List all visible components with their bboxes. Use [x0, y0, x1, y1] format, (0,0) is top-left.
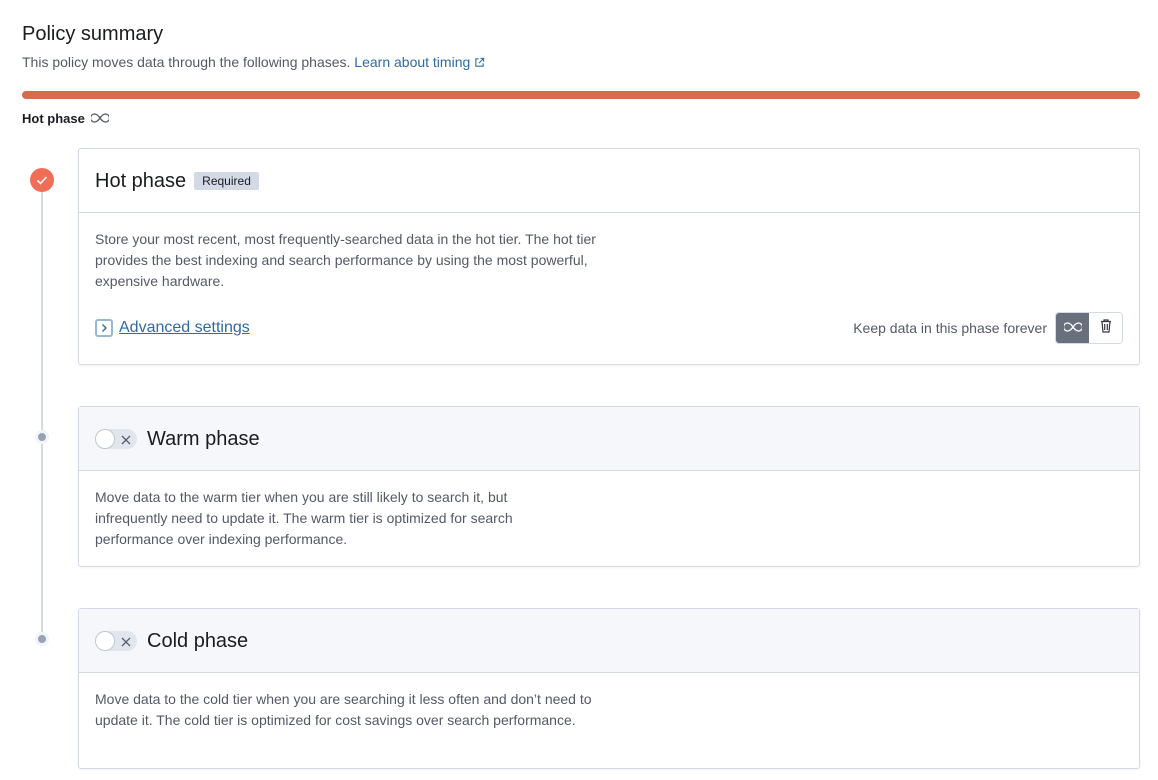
warm-phase-title: Warm phase [147, 427, 260, 450]
switch-knob [95, 630, 115, 651]
cross-icon [120, 635, 132, 653]
summary-title: Policy summary [22, 23, 164, 45]
infinity-icon [1062, 319, 1083, 337]
warm-phase-description: Move data to the warm tier when you are … [95, 489, 513, 547]
summary-subtitle: This policy moves data through the follo… [22, 52, 1140, 73]
keep-forever-button[interactable] [1056, 313, 1089, 343]
cross-icon [120, 433, 132, 451]
hot-phase-body: Store your most recent, most frequently-… [79, 213, 1139, 360]
hot-phase-description: Store your most recent, most frequently-… [95, 231, 596, 289]
warm-phase-body: Move data to the warm tier when you are … [79, 471, 1139, 566]
learn-timing-link[interactable]: Learn about timing [354, 54, 485, 70]
legend-label: Hot phase [22, 111, 85, 126]
timeline-dot-cold [35, 632, 49, 646]
delete-data-button[interactable] [1089, 313, 1122, 343]
phase-timeline-bar [22, 91, 1140, 99]
policy-summary: Policy summary This policy moves data th… [22, 20, 1140, 126]
learn-timing-label: Learn about timing [354, 54, 471, 70]
advanced-settings-link[interactable]: Advanced settings [119, 319, 250, 337]
keep-data-control: Keep data in this phase forever [853, 312, 1123, 344]
hot-phase-title: Hot phase [95, 169, 187, 192]
cold-phase-body: Move data to the cold tier when you are … [79, 673, 1139, 747]
timeline-dot-warm [35, 430, 49, 444]
timeline-line [41, 192, 43, 632]
cold-phase-title: Cold phase [147, 629, 249, 652]
timeline-legend: Hot phase [22, 111, 1140, 126]
external-link-icon [474, 53, 485, 73]
warm-phase-header: Warm phase [79, 407, 1139, 471]
warm-phase-switch[interactable] [95, 428, 137, 451]
switch-knob [95, 428, 115, 449]
hot-phase-header: Hot phase Required [79, 149, 1139, 213]
required-badge: Required [194, 171, 259, 190]
cold-phase-header: Cold phase [79, 609, 1139, 673]
advanced-settings-toggle[interactable]: Advanced settings [95, 319, 250, 337]
warm-phase-panel: Warm phase Move data to the warm tier wh… [78, 406, 1140, 567]
hot-phase-actions: Advanced settings Keep data in this phas… [95, 312, 1123, 344]
trash-icon [1099, 318, 1113, 339]
chevron-right-icon[interactable] [95, 319, 113, 337]
cold-phase-panel: Cold phase Move data to the cold tier wh… [78, 608, 1140, 769]
keep-data-label: Keep data in this phase forever [853, 320, 1047, 336]
infinity-icon [89, 111, 110, 126]
summary-subtitle-text: This policy moves data through the follo… [22, 54, 351, 70]
keep-data-button-group [1055, 312, 1123, 344]
cold-phase-description: Move data to the cold tier when you are … [95, 691, 592, 728]
cold-phase-switch[interactable] [95, 630, 137, 653]
hot-phase-panel: Hot phase Required Store your most recen… [78, 148, 1140, 365]
check-icon [30, 168, 54, 192]
